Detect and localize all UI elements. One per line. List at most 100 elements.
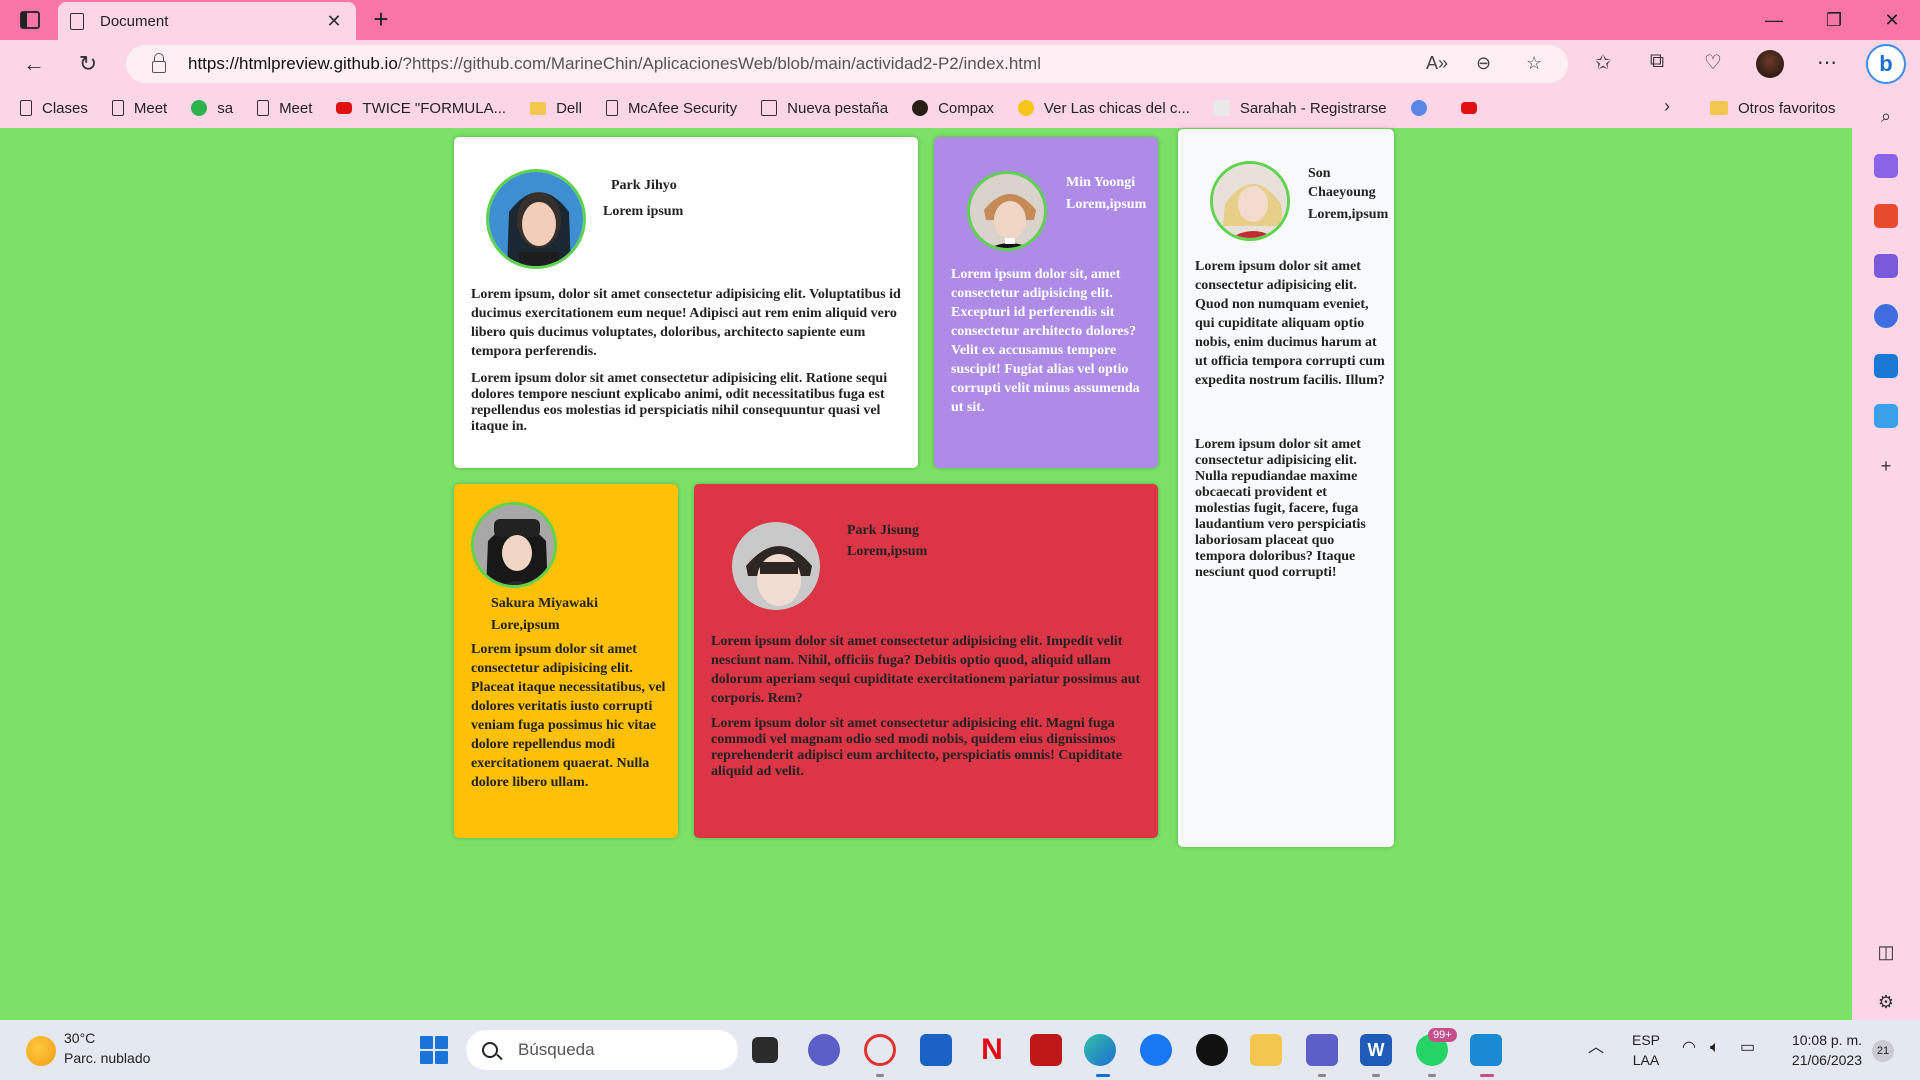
address-bar[interactable]: https://htmlpreview.github.io/?https://g…	[126, 45, 1568, 83]
taskbar-search[interactable]: Búsqueda	[466, 1030, 738, 1070]
tools-icon[interactable]	[1874, 204, 1898, 228]
portrait-jisung	[732, 522, 820, 610]
collections-icon[interactable]: ⧉	[1642, 50, 1672, 73]
lock-icon[interactable]	[152, 53, 166, 73]
browser-tab[interactable]: Document ✕	[58, 2, 356, 40]
card-paragraph-1: Lorem ipsum, dolor sit amet consectetur …	[471, 287, 901, 359]
chat-icon[interactable]	[808, 1034, 840, 1066]
person-name: Park Jisung	[847, 523, 919, 538]
bookmark-youtube[interactable]	[1460, 102, 1487, 114]
bookmark-sa[interactable]: sa	[191, 100, 233, 117]
new-tab-button[interactable]: +	[366, 4, 396, 35]
bookmarks-bar: Clases Meet sa Meet TWICE "FORMULA... De…	[0, 88, 1852, 128]
avatar	[486, 169, 586, 269]
read-aloud-icon[interactable]: A»	[1426, 53, 1448, 74]
folder-icon	[530, 101, 547, 115]
tab-actions-icon[interactable]	[16, 8, 44, 32]
avatar	[1210, 161, 1290, 241]
shopping-tag-icon[interactable]	[1874, 154, 1898, 178]
chevron-up-icon[interactable]: ︿	[1588, 1038, 1604, 1058]
weather-sun-cloud-icon[interactable]	[26, 1036, 56, 1066]
bookmark-meet[interactable]: Meet	[111, 100, 167, 117]
bookmark-dell[interactable]: Dell	[530, 100, 582, 117]
close-window-button[interactable]: ✕	[1864, 0, 1920, 40]
search-icon[interactable]: ⌕	[1874, 104, 1898, 128]
task-view-icon[interactable]	[752, 1037, 778, 1063]
url-text[interactable]: https://htmlpreview.github.io/?https://g…	[188, 54, 1041, 74]
minimize-button[interactable]: —	[1746, 0, 1802, 40]
favorites-icon[interactable]: ✩	[1588, 50, 1618, 75]
restore-button[interactable]: ❐	[1806, 0, 1862, 40]
microsoft-store-icon[interactable]	[920, 1034, 952, 1066]
language-indicator[interactable]: ESP LAA	[1632, 1030, 1660, 1070]
youtube-icon	[336, 102, 353, 114]
settings-gear-icon[interactable]: ⚙	[1874, 990, 1898, 1014]
notification-badge[interactable]: 21	[1872, 1040, 1894, 1062]
reload-button[interactable]: ↻	[72, 48, 104, 80]
running-indicator	[1318, 1074, 1326, 1077]
bookmark-nueva-pestana[interactable]: Nueva pestaña	[761, 100, 888, 117]
send-icon[interactable]	[1874, 404, 1898, 428]
add-icon[interactable]: +	[1874, 454, 1898, 478]
other-favorites[interactable]: Otros favoritos	[1710, 88, 1836, 128]
bookmark-sarahah[interactable]: Sarahah - Registrarse	[1213, 100, 1387, 117]
card-paragraph-1: Lorem ipsum dolor sit amet consectetur a…	[711, 634, 1141, 706]
more-options-icon[interactable]: ⋯	[1812, 50, 1842, 75]
browser-essentials-icon[interactable]: ♡	[1698, 50, 1728, 75]
wifi-icon[interactable]: ◠	[1682, 1038, 1696, 1058]
chevron-right-icon[interactable]: ›	[1664, 96, 1670, 117]
word-icon[interactable]: W	[1360, 1034, 1392, 1066]
running-indicator	[876, 1074, 884, 1077]
avatar	[967, 171, 1047, 251]
bookmark-blue-play[interactable]	[1410, 100, 1437, 116]
card-paragraph-1: Lorem ipsum dolor sit amet consectetur a…	[471, 642, 666, 790]
profile-avatar[interactable]	[1756, 50, 1784, 78]
person-name: Sakura Miyawaki	[491, 596, 598, 611]
card-paragraph-1: Lorem ipsum dolor sit, amet consectetur …	[951, 267, 1140, 415]
card-jisung: Park Jisung Lorem,ipsum Lorem ipsum dolo…	[694, 484, 1158, 838]
card-yoongi: Min Yoongi Lorem,ipsum Lorem ipsum dolor…	[934, 137, 1158, 468]
bookmark-compax[interactable]: Compax	[912, 100, 994, 117]
portrait-chaeyoung	[1213, 164, 1287, 238]
close-tab-icon[interactable]: ✕	[324, 11, 344, 32]
back-button[interactable]: ←	[18, 48, 50, 80]
outlook-icon[interactable]	[1874, 354, 1898, 378]
sidebar-toggle-icon[interactable]: ◫	[1874, 940, 1898, 964]
calendar-icon	[761, 100, 778, 116]
card-paragraph-2: Lorem ipsum dolor sit amet consectetur a…	[711, 716, 1123, 779]
search-icon	[482, 1042, 498, 1058]
battery-icon[interactable]: ▭	[1740, 1038, 1755, 1058]
weather-temperature[interactable]: 30°C	[64, 1030, 95, 1046]
weather-condition[interactable]: Parc. nublado	[64, 1050, 150, 1066]
avatar	[471, 502, 557, 588]
windows-start-icon[interactable]	[420, 1036, 448, 1064]
whatsapp-badge: 99+	[1428, 1028, 1457, 1042]
facebook-icon[interactable]	[1140, 1034, 1172, 1066]
edge-icon[interactable]	[1084, 1034, 1116, 1066]
mcafee-icon[interactable]	[1030, 1034, 1062, 1066]
bookmark-chicas[interactable]: Ver Las chicas del c...	[1017, 100, 1190, 117]
microsoft-365-icon[interactable]	[1874, 304, 1898, 328]
bookmark-mcafee[interactable]: McAfee Security	[605, 100, 737, 117]
avatar	[729, 519, 823, 613]
file-explorer-icon[interactable]	[1250, 1034, 1282, 1066]
running-indicator	[1096, 1074, 1110, 1077]
person-role: Lorem,ipsum	[847, 544, 928, 559]
volume-icon[interactable]: 🔈︎	[1710, 1038, 1720, 1058]
clock[interactable]: 10:08 p. m. 21/06/2023	[1782, 1030, 1862, 1070]
netflix-icon[interactable]: N	[976, 1034, 1008, 1066]
card-jihyo: Park Jihyo Lorem ipsum Lorem ipsum, dolo…	[454, 137, 918, 468]
portrait-yoongi	[970, 174, 1044, 248]
vscode-icon[interactable]	[1470, 1034, 1502, 1066]
running-indicator	[1372, 1074, 1380, 1077]
games-icon[interactable]	[1874, 254, 1898, 278]
opera-icon[interactable]	[864, 1034, 896, 1066]
bookmark-meet-2[interactable]: Meet	[257, 100, 312, 117]
tiktok-icon[interactable]	[1196, 1034, 1228, 1066]
bookmark-clases[interactable]: Clases	[20, 100, 88, 117]
zoom-out-icon[interactable]: ⊖	[1476, 53, 1491, 74]
bing-copilot-icon[interactable]: b	[1866, 44, 1906, 84]
favorite-star-icon[interactable]: ☆	[1526, 53, 1542, 74]
teams-icon[interactable]	[1306, 1034, 1338, 1066]
bookmark-twice[interactable]: TWICE "FORMULA...	[336, 100, 506, 117]
